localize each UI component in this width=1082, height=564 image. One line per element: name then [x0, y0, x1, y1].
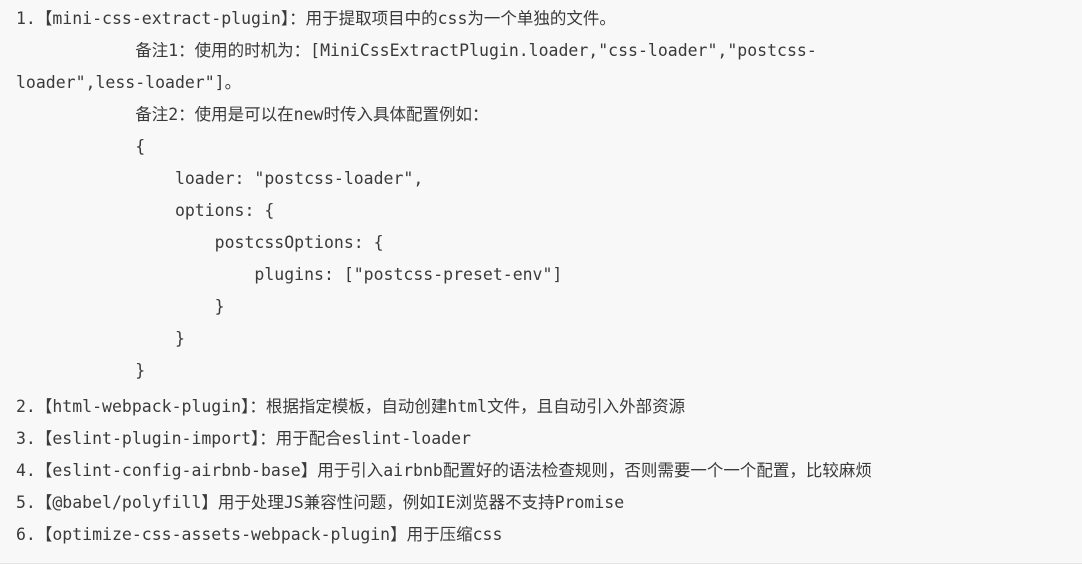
list-item-6-optimize-css-assets: 6.【optimize-css-assets-webpack-plugin】用于… [16, 525, 503, 544]
list-item-5-babel-polyfill: 5.【@babel/polyfill】用于处理JS兼容性问题，例如IE浏览器不支… [16, 493, 625, 512]
note-1-line-b: loader",less-loader"]。 [16, 73, 242, 92]
list-item-1-mini-css-extract-plugin: 1.【mini-css-extract-plugin】：用于提取项目中的css为… [16, 9, 616, 28]
code-line: plugins: ["postcss-preset-env"] [16, 265, 563, 284]
code-line: } [16, 297, 225, 316]
list-item-2-html-webpack-plugin: 2.【html-webpack-plugin】：根据指定模板，自动创建html文… [16, 397, 686, 416]
code-line: postcssOptions: { [16, 233, 384, 252]
code-line: { [16, 137, 146, 156]
note-2: 备注2：使用是可以在new时传入具体配置例如： [16, 105, 489, 124]
code-line: } [16, 361, 146, 380]
note-1-line-a: 备注1：使用的时机为：[MiniCssExtractPlugin.loader,… [16, 41, 817, 60]
list-item-4-eslint-config-airbnb-base: 4.【eslint-config-airbnb-base】用于引入airbnb配… [16, 461, 872, 480]
list-item-3-eslint-plugin-import: 3.【eslint-plugin-import】：用于配合eslint-load… [16, 429, 471, 448]
code-line: } [16, 329, 185, 348]
code-line: options: { [16, 201, 275, 220]
code-line: loader: "postcss-loader", [16, 169, 424, 188]
code-block: 1.【mini-css-extract-plugin】：用于提取项目中的css为… [0, 0, 1082, 564]
